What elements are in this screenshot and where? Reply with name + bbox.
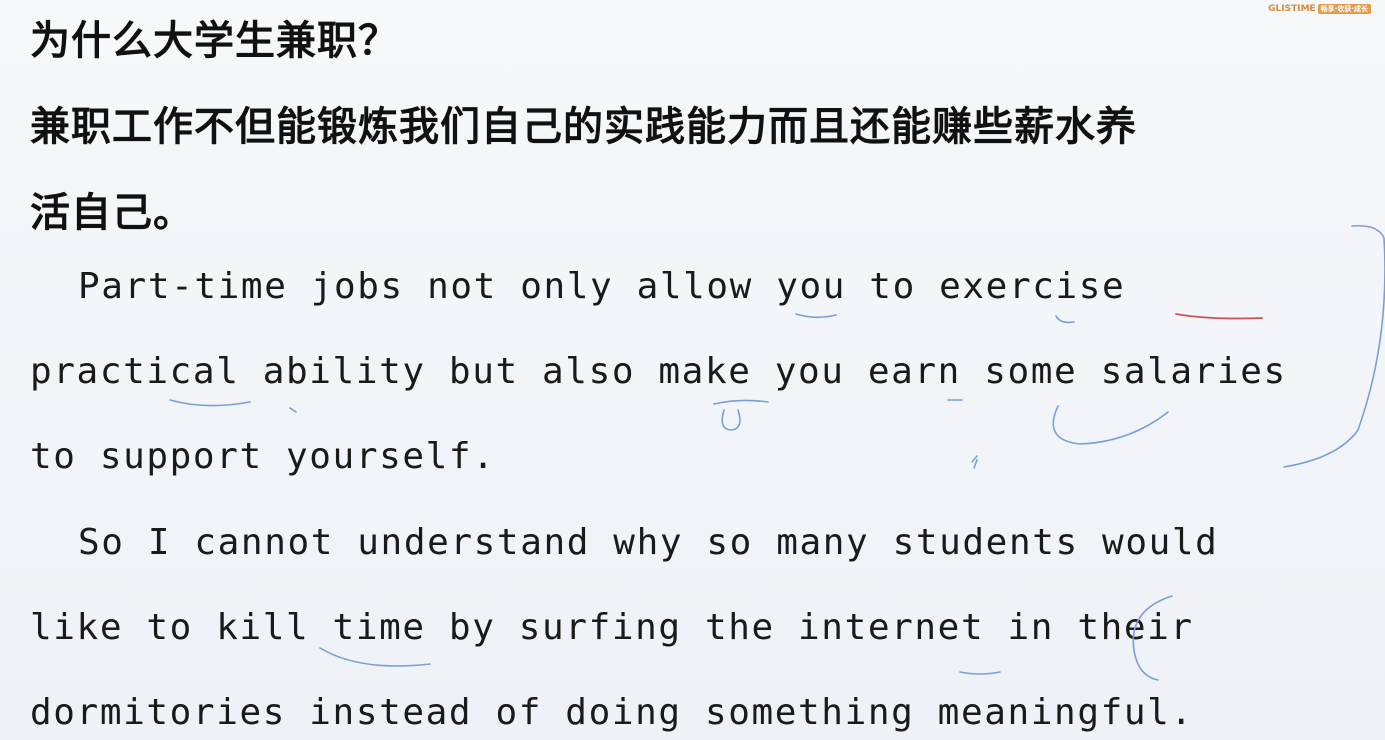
- logo-brand: GLISTIME: [1268, 4, 1316, 14]
- mark-ability: [289, 407, 297, 413]
- answer-line-2: 活自己。: [30, 190, 194, 236]
- slide: GLISTIME 畅享·收获·成长 为什么大学生兼职？ 兼职工作不但能锻炼我们自…: [0, 0, 1385, 740]
- paragraph2-line1: So I cannot understand why so many stude…: [78, 522, 1219, 563]
- paragraph1-line3: to support yourself.: [30, 436, 496, 477]
- underline-internet: [959, 671, 1001, 675]
- paragraph2-line3: dormitories instead of doing something m…: [30, 692, 1194, 733]
- logo: GLISTIME 畅享·收获·成长: [1268, 2, 1371, 16]
- underline-exercise: [1175, 313, 1263, 320]
- tick-mark: [971, 455, 978, 469]
- mark-to: [1055, 315, 1075, 324]
- underline-allow: [795, 313, 837, 319]
- underline-make: [713, 399, 769, 405]
- question-heading: 为什么大学生兼职？: [30, 18, 399, 64]
- logo-tag: 畅享·收获·成长: [1317, 4, 1371, 14]
- paragraph1-line2: practical ability but also make you earn…: [30, 351, 1287, 392]
- underline-kill-time: [319, 647, 431, 667]
- answer-line-1: 兼职工作不但能锻炼我们自己的实践能力而且还能赚些薪水养: [30, 104, 1137, 150]
- paragraph2-line2: like to kill time by surfing the interne…: [30, 607, 1194, 648]
- loop-make: [721, 409, 741, 431]
- right-bracket: [1283, 224, 1385, 468]
- paragraph1-line1: Part-time jobs not only allow you to exe…: [78, 266, 1126, 307]
- curve-some-salaries: [1052, 405, 1169, 445]
- underline-practical: [169, 399, 251, 407]
